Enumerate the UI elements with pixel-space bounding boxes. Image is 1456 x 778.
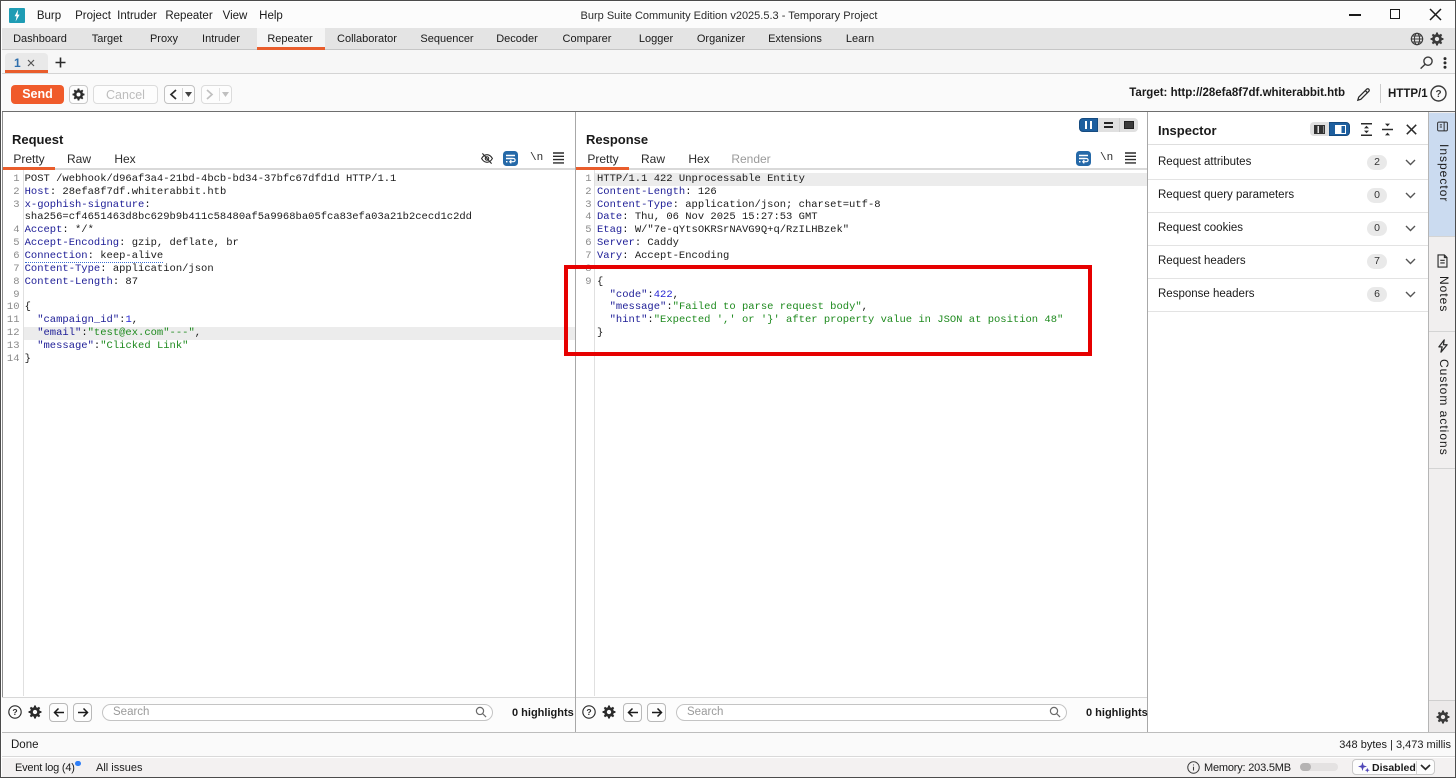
svg-text:?: ? [1435,89,1441,100]
svg-text:?: ? [586,707,591,717]
svg-text:?: ? [12,707,17,717]
